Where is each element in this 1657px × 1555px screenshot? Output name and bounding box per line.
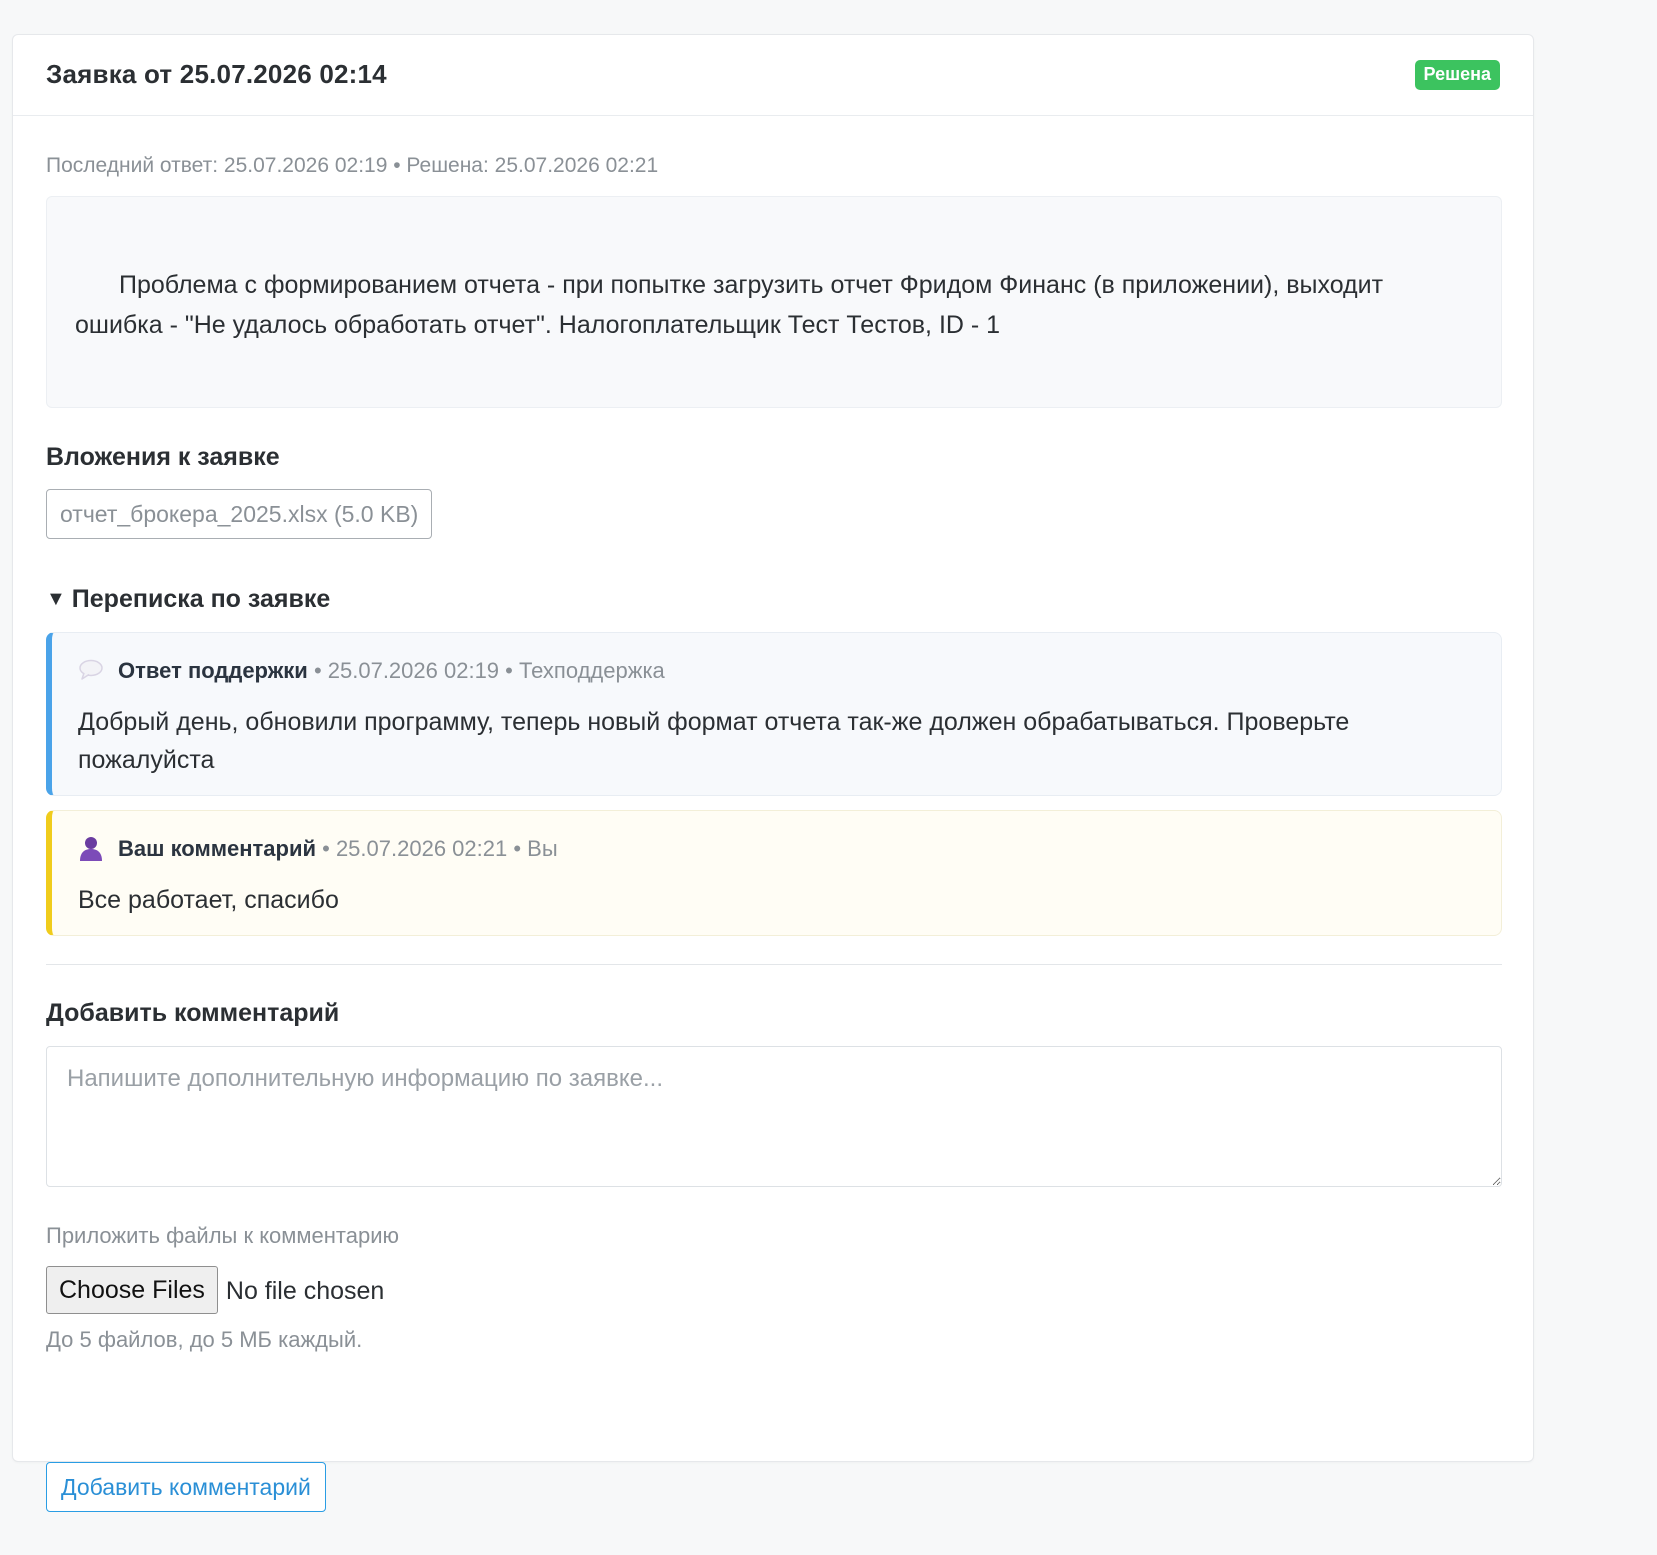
ticket-title: Заявка от 25.07.2026 02:14 — [46, 59, 387, 89]
thread-toggle[interactable]: ▼ Переписка по заявке — [46, 585, 330, 614]
message-text: Все работает, спасибо — [78, 886, 339, 914]
ticket-meta: Последний ответ: 25.07.2026 02:19 • Реше… — [46, 154, 659, 177]
file-input: Choose Files No file chosen — [46, 1266, 384, 1314]
message-text: Добрый день, обновили программу, теперь … — [78, 708, 1350, 774]
message-meta: • 25.07.2026 02:21 • Вы — [316, 836, 558, 861]
add-comment-title: Добавить комментарий — [46, 999, 340, 1027]
ticket-header: Заявка от 25.07.2026 02:14 Решена — [13, 35, 1533, 116]
choose-files-button[interactable]: Choose Files — [46, 1266, 218, 1314]
section-divider — [46, 964, 1502, 965]
thread-toggle-label: Переписка по заявке — [71, 585, 331, 613]
support-message: Ответ поддержки • 25.07.2026 02:19 • Тех… — [46, 632, 1502, 796]
user-message: Ваш комментарий • 25.07.2026 02:21 • Вы … — [46, 810, 1502, 936]
message-author: Ваш комментарий — [118, 836, 317, 861]
no-file-label: No file chosen — [225, 1277, 385, 1305]
message-header: Ответ поддержки • 25.07.2026 02:19 • Тех… — [78, 657, 665, 684]
message-header: Ваш комментарий • 25.07.2026 02:21 • Вы — [78, 835, 558, 862]
speech-bubble-icon — [78, 657, 104, 683]
ticket-card: Заявка от 25.07.2026 02:14 Решена Послед… — [12, 34, 1534, 1512]
add-comment-button[interactable]: Добавить комментарий — [46, 1462, 326, 1512]
message-meta: • 25.07.2026 02:19 • Техподдержка — [307, 658, 665, 683]
files-label: Приложить файлы к комментарию — [46, 1223, 400, 1248]
file-limit-hint: До 5 файлов, до 5 МБ каждый. — [46, 1327, 363, 1352]
caret-down-icon: ▼ — [46, 588, 66, 610]
attachments-title: Вложения к заявке — [46, 443, 280, 471]
comment-textarea[interactable] — [46, 1046, 1502, 1187]
ticket-description: Проблема с формированием отчета - при по… — [46, 196, 1502, 408]
attachment-link[interactable]: отчет_брокера_2025.xlsx (5.0 KB) — [46, 489, 433, 539]
message-author: Ответ поддержки — [118, 658, 308, 683]
status-badge: Решена — [1414, 60, 1500, 90]
user-icon — [78, 835, 104, 861]
